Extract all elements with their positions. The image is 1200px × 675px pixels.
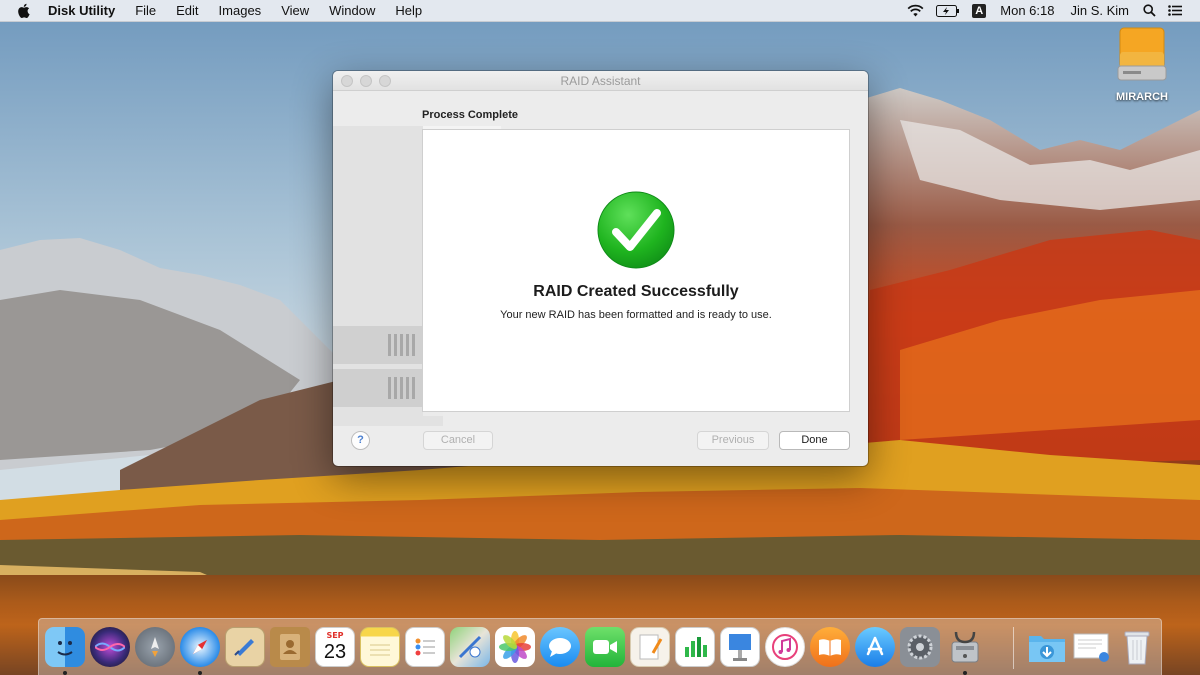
safari-running-dot — [198, 671, 202, 675]
success-title: RAID Created Successfully — [533, 283, 739, 300]
mail-icon[interactable] — [225, 627, 265, 667]
disk-utility-icon[interactable] — [945, 627, 985, 667]
menu-file[interactable]: File — [125, 0, 166, 22]
ibooks-icon[interactable] — [810, 627, 850, 667]
apple-menu-icon[interactable] — [0, 3, 46, 18]
reminders-icon[interactable] — [405, 627, 445, 667]
contacts-icon[interactable] — [270, 627, 310, 667]
menu-edit[interactable]: Edit — [166, 0, 208, 22]
calendar-day: 23 — [323, 641, 347, 663]
keynote-icon[interactable] — [720, 627, 760, 667]
desktop-drive-item[interactable]: MIRARCH — [1108, 26, 1176, 103]
input-source-icon[interactable]: A — [972, 3, 987, 18]
cancel-button[interactable]: Cancel — [423, 431, 493, 450]
photos-icon[interactable] — [495, 627, 535, 667]
spotlight-search-icon[interactable] — [1143, 4, 1156, 17]
close-window-button[interactable] — [341, 75, 353, 87]
finder-icon[interactable] — [45, 627, 85, 667]
dock-separator — [1013, 627, 1014, 669]
notes-icon[interactable] — [360, 627, 400, 667]
pages-icon[interactable] — [630, 627, 670, 667]
done-button[interactable]: Done — [779, 431, 850, 450]
previous-button[interactable]: Previous — [697, 431, 769, 450]
zoom-window-button[interactable] — [379, 75, 391, 87]
wifi-icon[interactable] — [907, 4, 924, 17]
external-drive-icon — [1117, 27, 1167, 88]
menu-clock[interactable]: Mon 6:18 — [1000, 3, 1054, 18]
finder-running-dot — [63, 671, 67, 675]
window-title: RAID Assistant — [560, 74, 641, 88]
disk-utility-running-dot — [963, 671, 967, 675]
calendar-icon[interactable]: SEP 23 — [315, 627, 355, 667]
window-titlebar[interactable]: RAID Assistant — [333, 71, 868, 91]
launchpad-icon[interactable] — [135, 627, 175, 667]
menu-bar: Disk Utility File Edit Images View Windo… — [0, 0, 1200, 22]
raid-assistant-window: RAID Assistant Process Complete RAID Cre… — [333, 71, 868, 466]
preview-document-icon[interactable] — [1072, 627, 1112, 667]
success-checkmark-icon — [597, 191, 675, 274]
battery-icon[interactable] — [936, 4, 960, 17]
menu-app-name[interactable]: Disk Utility — [46, 0, 125, 22]
calendar-month: SEP — [326, 631, 344, 640]
trash-icon[interactable] — [1117, 627, 1157, 667]
downloads-folder-icon[interactable] — [1027, 627, 1067, 667]
numbers-icon[interactable] — [675, 627, 715, 667]
help-button[interactable]: ? — [351, 431, 370, 450]
facetime-icon[interactable] — [585, 627, 625, 667]
messages-icon[interactable] — [540, 627, 580, 667]
system-preferences-icon[interactable] — [900, 627, 940, 667]
menu-view[interactable]: View — [271, 0, 319, 22]
menu-window[interactable]: Window — [319, 0, 385, 22]
itunes-icon[interactable] — [765, 627, 805, 667]
safari-icon[interactable] — [180, 627, 220, 667]
minimize-window-button[interactable] — [360, 75, 372, 87]
menu-images[interactable]: Images — [209, 0, 272, 22]
menu-user-name[interactable]: Jin S. Kim — [1070, 3, 1129, 18]
desktop-drive-label: MIRARCH — [1116, 91, 1168, 103]
process-complete-label: Process Complete — [422, 109, 518, 121]
app-store-icon[interactable] — [855, 627, 895, 667]
dock: SEP 23 — [38, 618, 1162, 675]
siri-icon[interactable] — [90, 627, 130, 667]
menu-help[interactable]: Help — [385, 0, 432, 22]
success-message: Your new RAID has been formatted and is … — [500, 309, 772, 321]
notification-center-icon[interactable] — [1168, 5, 1182, 16]
maps-icon[interactable] — [450, 627, 490, 667]
